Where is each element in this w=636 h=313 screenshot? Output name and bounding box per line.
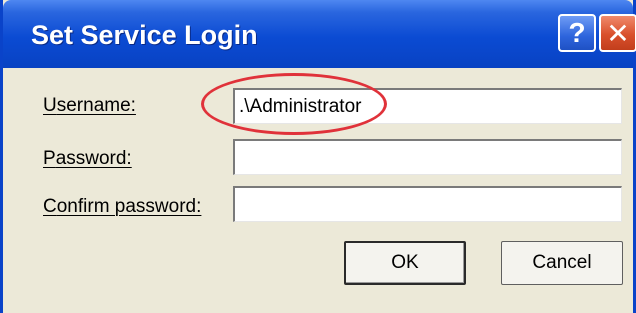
title-bar[interactable]: Set Service Login ? ✕ (3, 0, 636, 68)
set-service-login-dialog: Set Service Login ? ✕ Username: Password… (0, 0, 636, 313)
close-icon: ✕ (606, 17, 630, 49)
help-button[interactable]: ? (558, 14, 596, 52)
ok-button[interactable]: OK (344, 241, 466, 285)
username-label-rest: sername: (56, 95, 136, 116)
confirm-accel-key: C (43, 196, 57, 217)
password-accel-key: P (43, 148, 56, 169)
password-label-rest: assword: (55, 148, 132, 169)
close-button[interactable]: ✕ (599, 14, 636, 52)
dialog-title: Set Service Login (31, 20, 258, 50)
password-field[interactable] (233, 139, 622, 175)
password-label: Password: (43, 148, 132, 170)
confirm-password-field[interactable] (233, 186, 622, 222)
username-accel-key: U (43, 95, 57, 116)
confirm-label-rest: onfirm password: (56, 196, 202, 217)
confirm-password-label: Confirm password: (43, 196, 201, 218)
username-field[interactable] (233, 88, 622, 124)
help-icon: ? (568, 17, 586, 48)
cancel-button[interactable]: Cancel (501, 241, 623, 285)
username-label: Username: (43, 95, 136, 117)
